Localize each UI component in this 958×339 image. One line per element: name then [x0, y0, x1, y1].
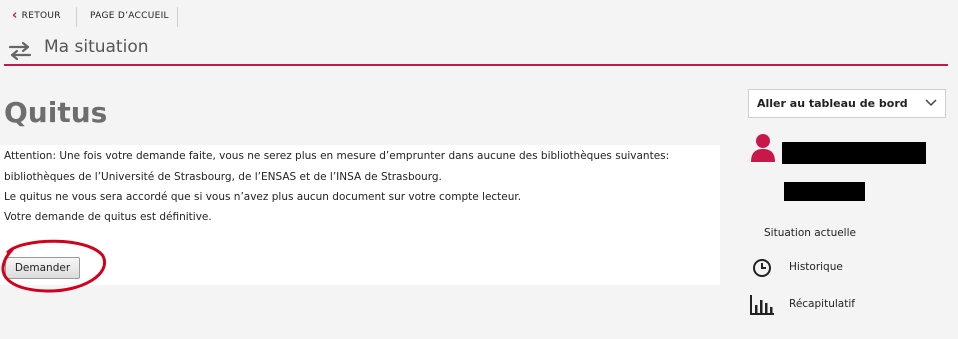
- info-text-line: Le quitus ne vous sera accordé que si vo…: [4, 191, 522, 203]
- clock-icon: [753, 259, 771, 277]
- redacted-user-name: [782, 142, 926, 164]
- demander-button[interactable]: Demander: [5, 257, 80, 279]
- page-title: Ma situation: [44, 37, 149, 57]
- chevron-down-icon: [925, 99, 937, 107]
- swap-arrows-icon: [8, 41, 32, 61]
- user-avatar-icon: [751, 134, 775, 162]
- sidebar-link-situation-actuelle[interactable]: Situation actuelle: [764, 227, 856, 239]
- section-heading: Quitus: [4, 96, 108, 129]
- page-header: Ma situation: [0, 35, 948, 63]
- home-link[interactable]: PAGE D’ACCUEIL: [90, 0, 169, 32]
- sidebar-link-recapitulatif[interactable]: Récapitulatif: [789, 298, 855, 310]
- nav-divider: [76, 7, 77, 27]
- info-text-line: Votre demande de quitus est définitive.: [4, 211, 212, 223]
- header-divider: [4, 64, 948, 66]
- bar-chart-icon: [750, 295, 774, 315]
- chevron-left-icon: ‹: [12, 8, 18, 23]
- nav-divider: [177, 7, 178, 27]
- redacted-user-id: [784, 182, 865, 201]
- warning-text-line: Attention: Une fois votre demande faite,…: [4, 150, 670, 162]
- dashboard-select-label: Aller au tableau de bord: [757, 97, 908, 110]
- warning-text-line: bibliothèques de l’Université de Strasbo…: [4, 171, 442, 183]
- top-nav: ‹ RETOUR PAGE D’ACCUEIL: [0, 0, 958, 32]
- back-label: RETOUR: [21, 11, 61, 21]
- back-link[interactable]: ‹ RETOUR: [12, 0, 61, 32]
- sidebar-link-historique[interactable]: Historique: [789, 261, 843, 273]
- dashboard-select[interactable]: Aller au tableau de bord: [748, 89, 946, 118]
